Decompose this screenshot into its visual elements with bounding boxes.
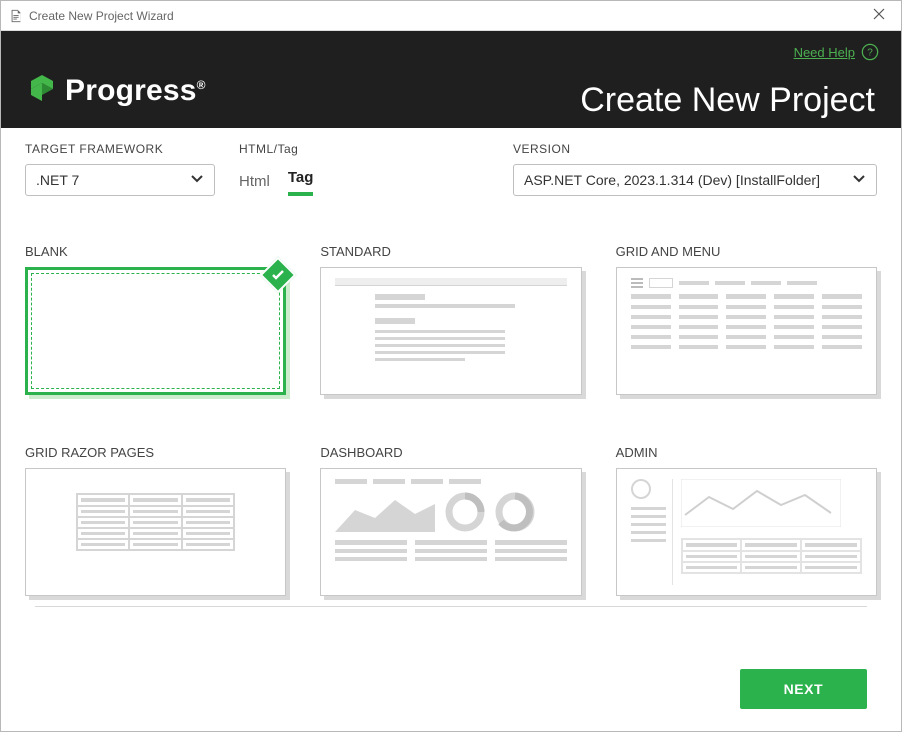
template-title: BLANK [25,244,286,259]
need-help-link[interactable]: Need Help [794,45,855,60]
version-value: ASP.NET Core, 2023.1.314 (Dev) [InstallF… [524,172,820,188]
document-icon [9,9,23,23]
page-title: Create New Project [580,81,875,120]
tab-tag[interactable]: Tag [288,169,314,196]
donut-icon [445,492,485,532]
tab-html[interactable]: Html [239,173,270,196]
template-admin[interactable]: ADMIN [616,445,877,596]
footer: NEXT [1,651,901,731]
titlebar: Create New Project Wizard [1,1,901,31]
templates-grid: BLANK STANDARD [1,204,901,606]
template-title: GRID AND MENU [616,244,877,259]
template-grid-razor-pages[interactable]: GRID RAZOR PAGES [25,445,286,596]
footer-divider [35,606,867,607]
wizard-window: Create New Project Wizard Need Help ? Pr… [0,0,902,732]
template-blank[interactable]: BLANK [25,244,286,395]
svg-text:?: ? [867,48,873,59]
next-button[interactable]: NEXT [740,669,867,709]
line-chart-icon [681,479,841,527]
version-label: VERSION [513,142,877,156]
check-icon [271,268,285,282]
menu-icon [631,278,643,288]
template-preview [616,468,877,596]
target-framework-value: .NET 7 [36,172,79,188]
controls-row: TARGET FRAMEWORK .NET 7 HTML/Tag Html Ta… [1,128,901,204]
template-title: ADMIN [616,445,877,460]
template-standard[interactable]: STANDARD [320,244,581,395]
chevron-down-icon [190,172,204,189]
help-area: Need Help ? [794,43,879,61]
close-icon [873,8,885,20]
template-grid-and-menu[interactable]: GRID AND MENU [616,244,877,395]
header: Need Help ? Progress® Create New Project [1,31,901,128]
template-preview [25,468,286,596]
target-framework-label: TARGET FRAMEWORK [25,142,215,156]
close-button[interactable] [865,5,893,27]
template-preview [320,468,581,596]
progress-logo-icon [25,73,59,108]
brand-name: Progress® [65,74,206,108]
window-title: Create New Project Wizard [29,9,865,23]
selected-badge [260,257,297,294]
version-select[interactable]: ASP.NET Core, 2023.1.314 (Dev) [InstallF… [513,164,877,196]
template-preview [25,267,286,395]
template-title: DASHBOARD [320,445,581,460]
area-chart-icon [335,492,435,532]
template-title: STANDARD [320,244,581,259]
syntax-tabs: Html Tag [239,164,399,196]
template-preview [616,267,877,395]
template-dashboard[interactable]: DASHBOARD [320,445,581,596]
chevron-down-icon [852,172,866,189]
target-framework-select[interactable]: .NET 7 [25,164,215,196]
template-title: GRID RAZOR PAGES [25,445,286,460]
syntax-label: HTML/Tag [239,142,399,156]
help-icon[interactable]: ? [861,43,879,61]
template-preview [320,267,581,395]
donut-icon [495,492,535,532]
